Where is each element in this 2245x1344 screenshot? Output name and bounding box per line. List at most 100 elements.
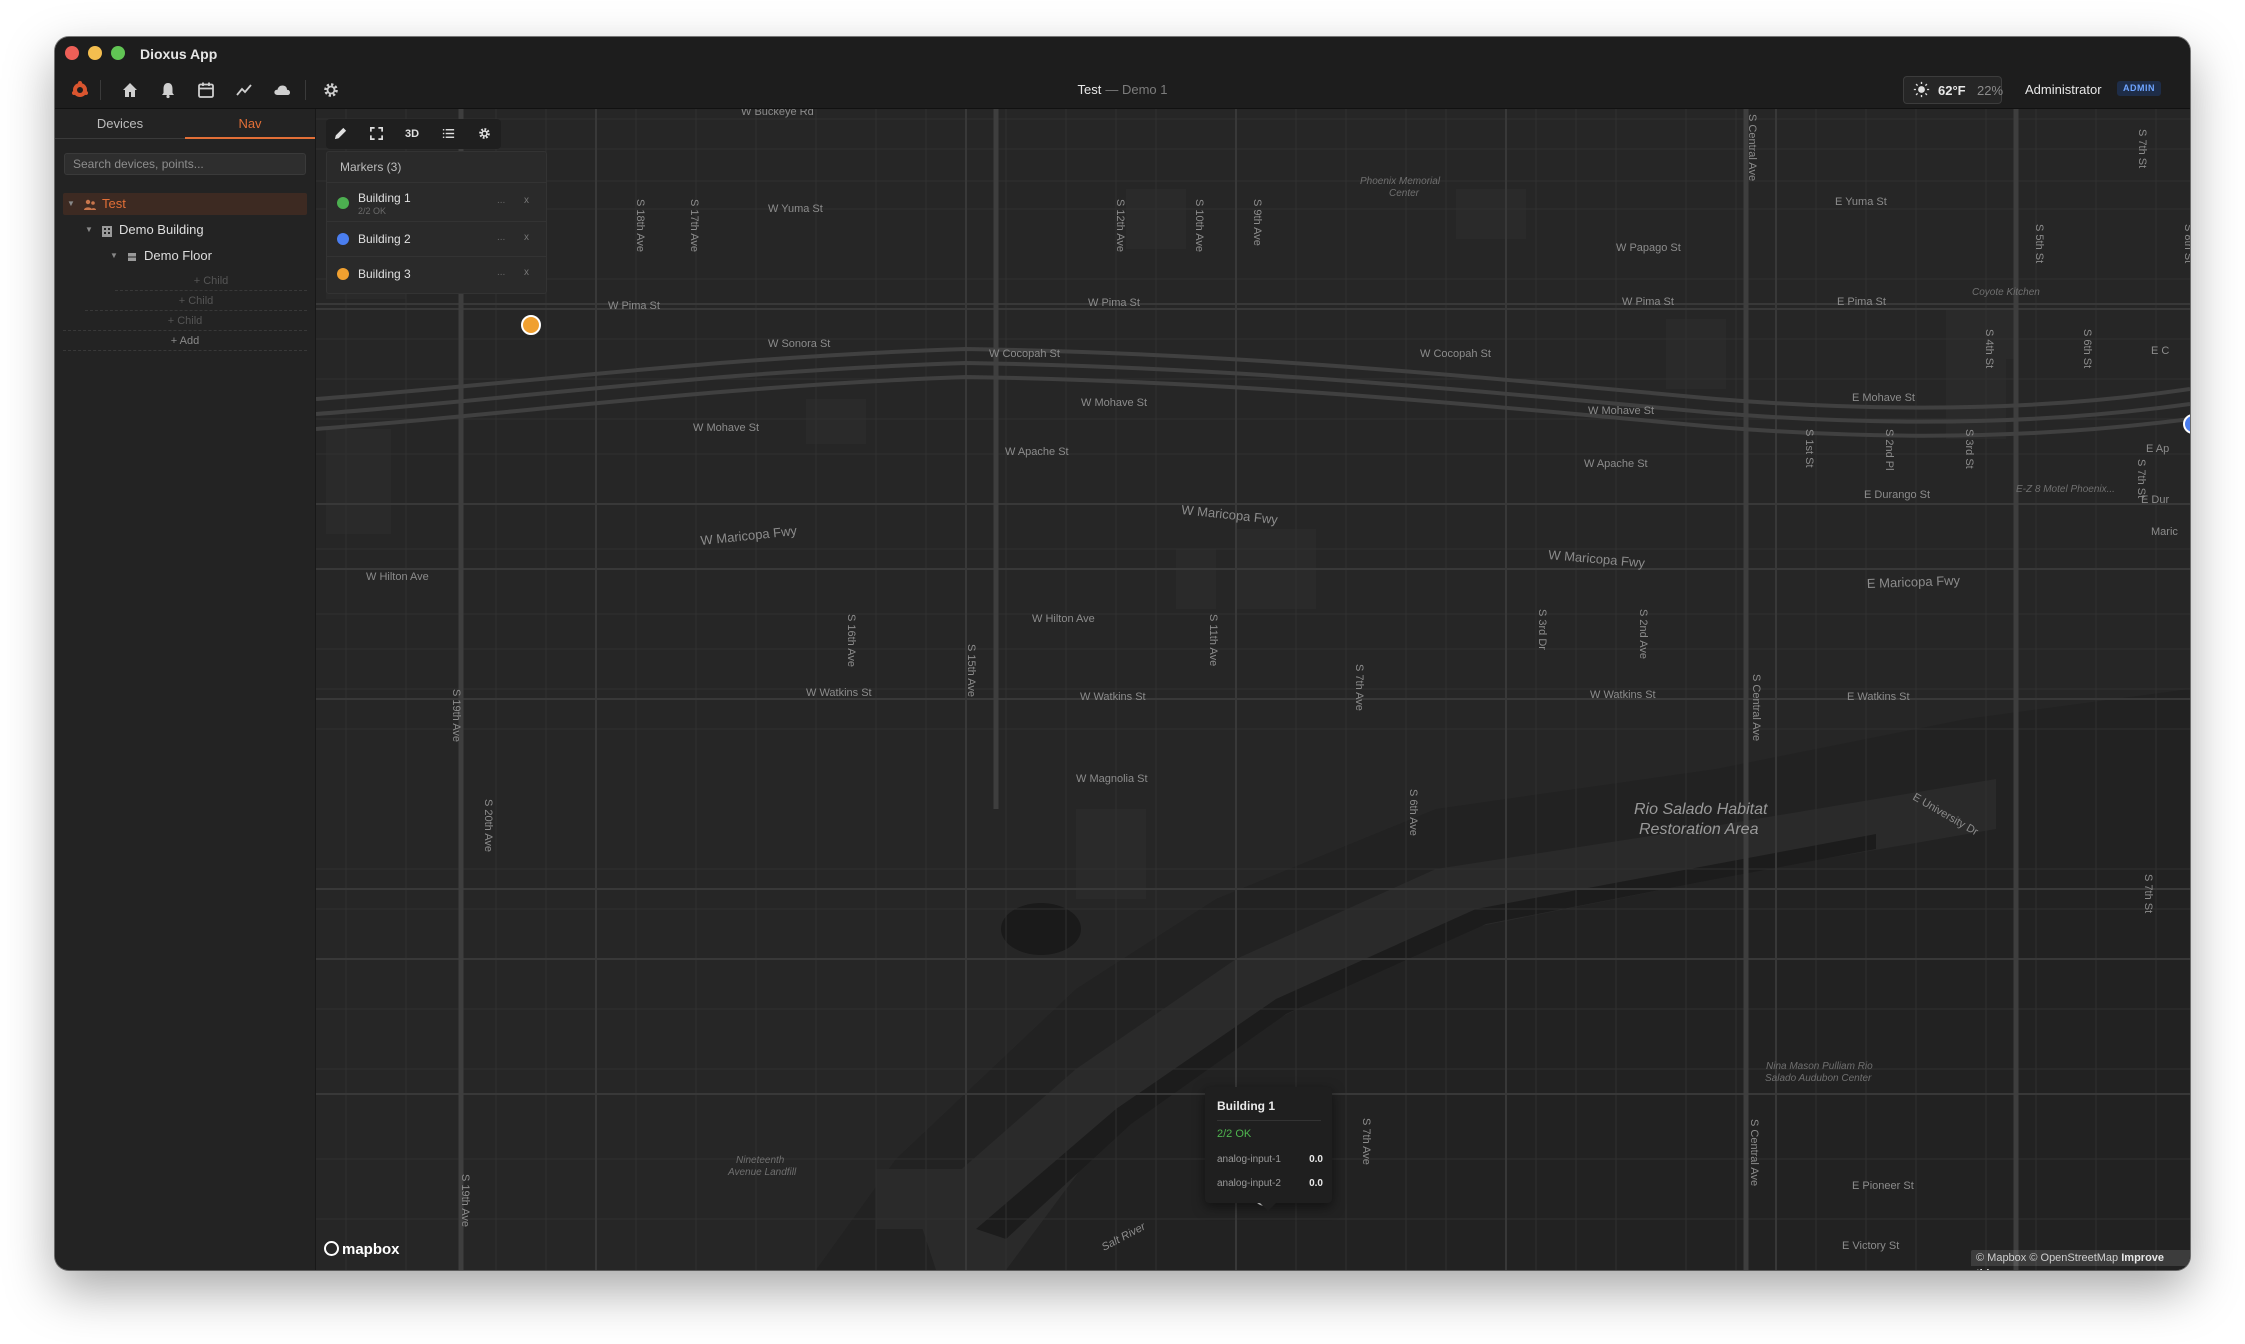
tab-nav[interactable]: Nav xyxy=(185,109,315,139)
street-label: S Central Ave xyxy=(1746,114,1758,181)
street-label: S 8th St xyxy=(2182,224,2190,263)
top-toolbar: Test — Demo 1 62°F 22% Administrator ADMI… xyxy=(55,71,2190,109)
street-label: W Cocopah St xyxy=(1420,348,1491,360)
marker-status-text: 2/2 OK xyxy=(358,206,387,216)
poi-label: Nineteenth xyxy=(736,1155,785,1166)
user-name[interactable]: Administrator xyxy=(2025,82,2102,97)
street-label: S Central Ave xyxy=(1748,1119,1760,1186)
caret-down-icon[interactable]: ▼ xyxy=(110,245,120,267)
street-label: S 2nd Ave xyxy=(1637,609,1649,659)
map-canvas[interactable]: W Buckeye Rd W Yuma St E Yuma St W Papag… xyxy=(316,109,2190,1270)
marker-menu-button[interactable]: ... xyxy=(497,232,505,243)
street-label: S 12th Ave xyxy=(1114,199,1126,252)
street-label: W Pima St xyxy=(608,300,660,312)
street-label: S 4th St xyxy=(1983,329,1995,368)
minimize-window-button[interactable] xyxy=(88,46,102,60)
street-label: S 7th Ave xyxy=(1360,1118,1372,1165)
add-child-button[interactable]: + Child xyxy=(85,292,307,311)
point-name: analog-input-2 xyxy=(1217,1178,1281,1189)
street-label: W Sonora St xyxy=(768,338,830,350)
street-label: S 16th Ave xyxy=(845,614,857,667)
street-label: W Watkins St xyxy=(1590,689,1656,701)
street-label: W Pima St xyxy=(1622,296,1674,308)
street-label: W Apache St xyxy=(1584,458,1648,470)
3d-toggle-button[interactable]: 3D xyxy=(401,124,423,144)
marker-item-building-3[interactable]: Building 3 ... x xyxy=(327,256,546,291)
people-icon xyxy=(83,197,97,211)
maximize-window-button[interactable] xyxy=(111,46,125,60)
tree-item-test[interactable]: ▼ Test xyxy=(63,193,307,215)
street-label: S 20th Ave xyxy=(482,799,494,852)
map-attribution: © Mapbox © OpenStreetMap Improve this ma… xyxy=(1971,1250,2190,1270)
pencil-icon[interactable] xyxy=(329,124,351,144)
tree-item-demo-floor[interactable]: ▼ Demo Floor xyxy=(63,245,307,267)
marker-status-dot xyxy=(337,233,349,245)
marker-remove-button[interactable]: x xyxy=(524,267,529,278)
street-label: S 7th St xyxy=(2135,459,2147,498)
marker-item-building-1[interactable]: Building 1 2/2 OK ... x xyxy=(327,182,546,221)
street-label: W Mohave St xyxy=(1081,397,1147,409)
attribution-text[interactable]: © Mapbox © OpenStreetMap xyxy=(1976,1252,2118,1264)
tab-underline xyxy=(55,138,185,139)
fullscreen-icon[interactable] xyxy=(365,124,387,144)
mapbox-logo-text: mapbox xyxy=(342,1241,400,1258)
street-label: E Victory St xyxy=(1842,1240,1899,1252)
poi-label: Coyote Kitchen xyxy=(1972,287,2040,298)
weather-humidity: 22% xyxy=(1977,83,2004,98)
street-label: E C xyxy=(2151,345,2169,357)
map-settings-gear-icon[interactable] xyxy=(473,124,495,144)
map-marker-building-3[interactable] xyxy=(521,315,541,335)
street-label: E Yuma St xyxy=(1835,196,1887,208)
close-window-button[interactable] xyxy=(65,46,79,60)
street-label: W Hilton Ave xyxy=(366,571,429,583)
weather-widget[interactable]: 62°F 22% xyxy=(1903,76,2004,104)
street-label: S 9th Ave xyxy=(1251,199,1263,246)
street-label: S 1st St xyxy=(1803,429,1815,468)
street-label: W Yuma St xyxy=(768,203,823,215)
page-title-subtitle: — Demo 1 xyxy=(1105,82,1168,97)
list-icon[interactable] xyxy=(437,124,459,144)
poi-label: Phoenix Memorial xyxy=(1360,176,1441,187)
tree-item-demo-building[interactable]: ▼ Demo Building xyxy=(63,219,307,241)
caret-down-icon[interactable]: ▼ xyxy=(85,219,95,241)
street-label: W Mohave St xyxy=(693,422,759,434)
weather-temperature: 62°F xyxy=(1938,83,1966,98)
mapbox-logo[interactable]: mapbox xyxy=(324,1241,400,1261)
marker-remove-button[interactable]: x xyxy=(524,232,529,243)
street-label: E Ap xyxy=(2146,443,2169,455)
search-input[interactable] xyxy=(64,153,306,175)
poi-label: Avenue Landfill xyxy=(727,1167,797,1178)
building-icon xyxy=(100,223,114,237)
street-label: W Watkins St xyxy=(806,687,872,699)
add-button[interactable]: + Add xyxy=(63,332,307,351)
street-label: S 18th Ave xyxy=(634,199,646,252)
street-label: E Pima St xyxy=(1837,296,1886,308)
street-label: S 15th Ave xyxy=(965,644,977,697)
street-label: S 19th Ave xyxy=(450,689,462,742)
sidebar-tabs: Devices Nav xyxy=(55,109,315,139)
add-child-button[interactable]: + Child xyxy=(115,272,307,291)
tree-item-label: Demo Floor xyxy=(144,248,212,263)
street-label: W Hilton Ave xyxy=(1032,613,1095,625)
marker-menu-button[interactable]: ... xyxy=(497,267,505,278)
popup-status: 2/2 OK xyxy=(1217,1128,1252,1140)
area-label: Restoration Area xyxy=(1639,821,1759,838)
street-label: S 7th St xyxy=(2136,129,2148,168)
app-title: Dioxus App xyxy=(140,46,218,62)
marker-name: Building 2 xyxy=(358,232,411,246)
point-value: 0.0 xyxy=(1309,1178,1323,1189)
street-label: S 6th Ave xyxy=(1407,789,1419,836)
add-child-button[interactable]: + Child xyxy=(63,312,307,331)
street-label: E Mohave St xyxy=(1852,392,1915,404)
marker-item-building-2[interactable]: Building 2 ... x xyxy=(327,221,546,256)
marker-name: Building 3 xyxy=(358,267,411,281)
marker-remove-button[interactable]: x xyxy=(524,195,529,206)
tab-devices[interactable]: Devices xyxy=(55,109,185,139)
street-label: W Cocopah St xyxy=(989,348,1060,360)
street-label: E Durango St xyxy=(1864,489,1930,501)
street-label: S 7th St xyxy=(2142,874,2154,913)
street-label: S 19th Ave xyxy=(459,1174,471,1227)
marker-menu-button[interactable]: ... xyxy=(497,195,505,206)
caret-down-icon[interactable]: ▼ xyxy=(67,193,77,215)
street-label: S 3rd St xyxy=(1963,429,1975,469)
